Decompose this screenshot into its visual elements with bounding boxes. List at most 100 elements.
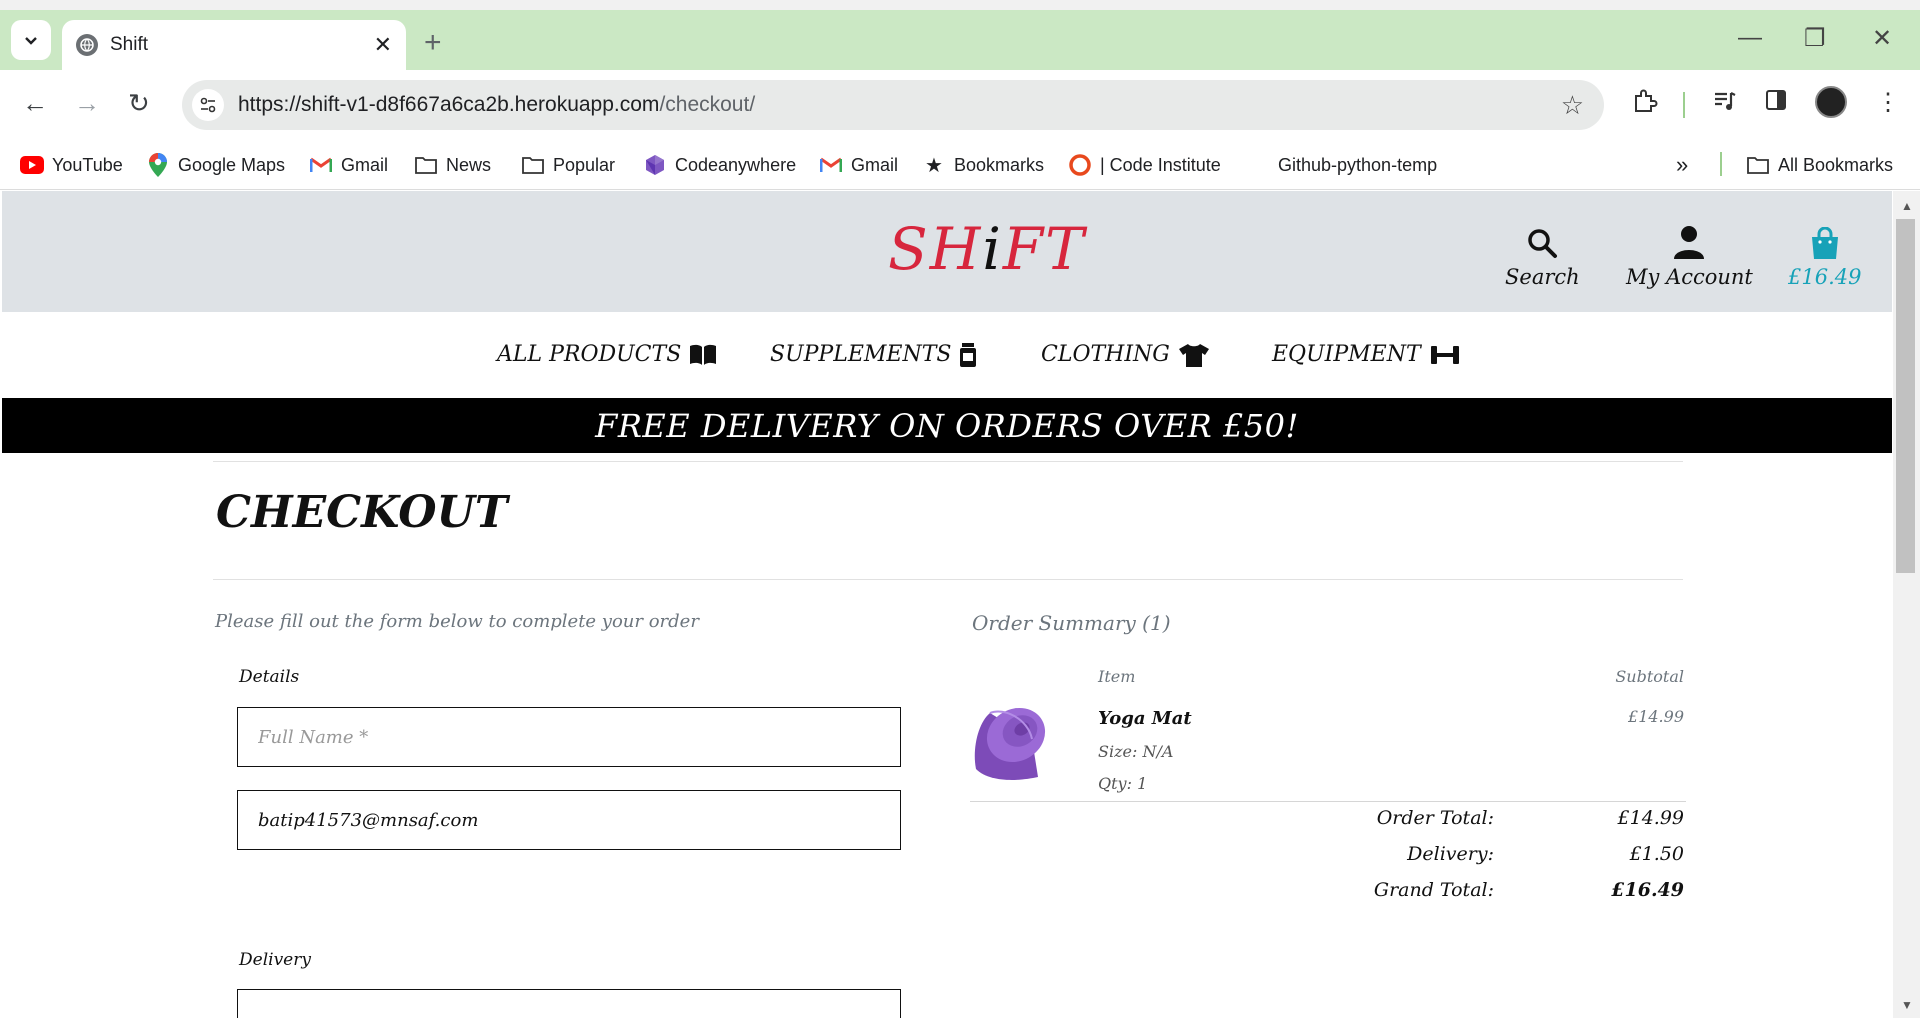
bookmark-youtube[interactable]: YouTube	[20, 150, 123, 180]
bookmark-label: Gmail	[851, 154, 899, 175]
free-delivery-banner: FREE DELIVERY ON ORDERS OVER £50!	[2, 398, 1892, 453]
scroll-up-icon[interactable]: ▲	[1901, 199, 1913, 213]
folder-icon	[521, 155, 545, 175]
nav-label: SUPPLEMENTS	[770, 342, 952, 367]
shirt-icon	[1178, 343, 1210, 367]
bookmark-label: Gmail	[341, 154, 389, 175]
bookmark-codeanywhere[interactable]: Codeanywhere	[643, 150, 796, 180]
star-icon: ★	[925, 154, 943, 177]
bookmark-folder-news[interactable]: News	[414, 150, 491, 180]
bookmark-folder-popular[interactable]: Popular	[521, 150, 615, 180]
scrollbar-thumb[interactable]	[1896, 219, 1915, 573]
bookmark-github-python-temp[interactable]: Github-python-temp	[1278, 150, 1437, 180]
item-column-header: Item	[1098, 667, 1136, 686]
all-bookmarks[interactable]: All Bookmarks	[1746, 150, 1893, 180]
web-page: SHiFT Search My Account £16.49 ALL PRODU…	[2, 191, 1892, 1018]
close-tab-icon[interactable]: ✕	[374, 32, 392, 58]
minimize-icon[interactable]: —	[1738, 24, 1762, 52]
full-name-input[interactable]	[237, 707, 901, 767]
email-input[interactable]	[237, 790, 901, 850]
bookmark-label: Bookmarks	[954, 154, 1045, 175]
back-icon[interactable]: ←	[22, 88, 48, 119]
logo-part: i	[982, 215, 1003, 283]
gmail-icon	[309, 155, 333, 175]
delivery-label: Delivery:	[1407, 843, 1494, 865]
header-account-link[interactable]: My Account	[1626, 221, 1753, 289]
bookmark-code-institute[interactable]: | Code Institute	[1068, 150, 1221, 180]
folder-icon	[1746, 155, 1770, 175]
item-name: Yoga Mat	[1098, 708, 1192, 729]
nav-supplements[interactable]: SUPPLEMENTS	[770, 342, 977, 367]
page-scrollbar[interactable]: ▲ ▼	[1893, 191, 1920, 1018]
subtotal-column-header: Subtotal	[1615, 667, 1684, 686]
nav-clothing[interactable]: CLOTHING	[1041, 342, 1210, 367]
totals-divider	[970, 801, 1686, 802]
grand-total-label: Grand Total:	[1373, 879, 1494, 901]
bookmark-bookmarks[interactable]: ★ Bookmarks	[922, 150, 1044, 180]
globe-icon	[76, 34, 98, 56]
tub-icon	[959, 342, 977, 367]
bookmark-google-maps[interactable]: Google Maps	[146, 150, 285, 180]
yoga-mat-image[interactable]	[970, 699, 1056, 783]
close-window-icon[interactable]: ✕	[1872, 24, 1892, 53]
bookmark-label: News	[446, 154, 492, 175]
bookmark-label: YouTube	[52, 154, 123, 175]
header-cart-link[interactable]: £16.49	[1788, 221, 1861, 289]
bookmark-label: Popular	[553, 154, 616, 175]
book-icon	[689, 344, 717, 366]
forward-icon[interactable]: →	[74, 88, 100, 119]
site-logo[interactable]: SHiFT	[888, 215, 1086, 283]
form-intro-text: Please fill out the form below to comple…	[215, 611, 699, 632]
header-search-link[interactable]: Search	[1505, 221, 1580, 289]
bookmarks-bar: YouTube Google Maps Gmail News Popular C…	[0, 140, 1920, 190]
item-subtotal: £14.99	[1628, 707, 1684, 726]
maps-pin-icon	[146, 153, 170, 177]
order-total-value: £14.99	[1617, 807, 1684, 829]
tab-search-button[interactable]	[11, 20, 51, 60]
nav-equipment[interactable]: EQUIPMENT	[1272, 342, 1461, 367]
more-bookmarks-icon[interactable]: »	[1676, 150, 1688, 180]
nav-all-products[interactable]: ALL PRODUCTS	[497, 342, 717, 367]
profile-avatar[interactable]	[1815, 86, 1847, 118]
divider	[213, 461, 1683, 462]
tab-shift[interactable]: Shift ✕	[62, 20, 406, 70]
bookmark-star-icon[interactable]: ☆	[1561, 90, 1584, 121]
side-panel-icon[interactable]	[1764, 88, 1788, 119]
address-bar[interactable]: https://shift-v1-d8f667a6ca2b.herokuapp.…	[182, 80, 1604, 130]
extensions-icon[interactable]	[1632, 88, 1658, 121]
scroll-down-icon[interactable]: ▼	[1901, 998, 1913, 1012]
bookmark-gmail[interactable]: Gmail	[309, 150, 388, 180]
bookmark-label: | Code Institute	[1100, 154, 1221, 175]
main-nav: ALL PRODUCTS SUPPLEMENTS CLOTHING EQUIPM…	[2, 312, 1892, 398]
url-text[interactable]: https://shift-v1-d8f667a6ca2b.herokuapp.…	[238, 93, 1561, 117]
tab-bar: Shift ✕ + — ❐ ✕	[0, 10, 1920, 70]
header-account-label: My Account	[1626, 265, 1753, 289]
codeanywhere-icon	[643, 155, 667, 175]
tab-title: Shift	[110, 34, 149, 55]
all-bookmarks-label: All Bookmarks	[1778, 154, 1894, 175]
site-header: SHiFT Search My Account £16.49	[2, 191, 1892, 312]
folder-icon	[414, 155, 438, 175]
user-icon	[1674, 221, 1705, 259]
bookmark-label: Google Maps	[178, 154, 286, 175]
logo-part: FT	[1002, 215, 1086, 283]
grand-total-value: £16.49	[1611, 879, 1684, 901]
shopping-bag-icon	[1811, 221, 1839, 259]
nav-label: ALL PRODUCTS	[497, 342, 682, 367]
site-info-icon[interactable]	[192, 89, 224, 121]
logo-part: SH	[888, 215, 983, 283]
code-institute-icon	[1068, 154, 1092, 176]
reload-icon[interactable]: ↻	[128, 88, 150, 119]
menu-kebab-icon[interactable]: ⋮	[1876, 88, 1900, 117]
restore-icon[interactable]: ❐	[1804, 24, 1826, 53]
nav-label: CLOTHING	[1041, 342, 1170, 367]
url-host: https://shift-v1-d8f667a6ca2b.herokuapp.…	[238, 93, 660, 116]
youtube-icon	[20, 155, 44, 175]
new-tab-icon[interactable]: +	[424, 28, 442, 58]
delivery-legend: Delivery	[239, 950, 311, 970]
delivery-value: £1.50	[1629, 843, 1684, 865]
media-control-icon[interactable]	[1712, 88, 1738, 121]
window-top-edge	[0, 0, 1920, 10]
delivery-first-input[interactable]	[237, 989, 901, 1018]
bookmark-gmail-2[interactable]: Gmail	[819, 150, 898, 180]
